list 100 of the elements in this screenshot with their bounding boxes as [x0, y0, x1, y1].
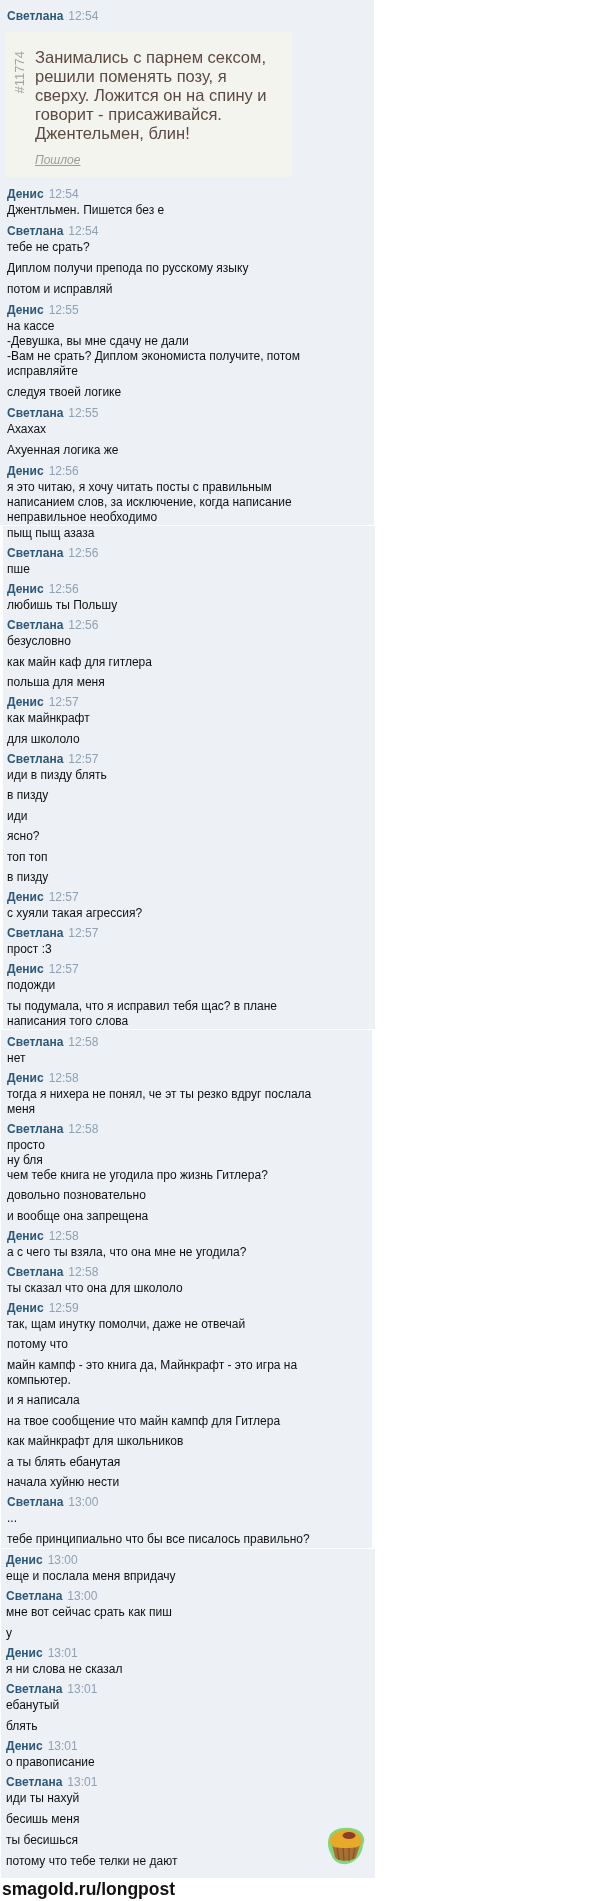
message-time: 12:54 — [68, 8, 99, 25]
message-text: ты бесишься — [6, 1832, 79, 1848]
sender-name[interactable]: Светлана — [7, 1119, 64, 1138]
sender-name[interactable]: Светлана — [7, 1493, 64, 1511]
message-time: 12:55 — [68, 405, 99, 422]
message-text: тебе принципиально что бы все писалось правильно? — [7, 1531, 311, 1547]
message-text: как майнкрафт для школьников — [7, 1434, 185, 1449]
message-time: 12:55 — [48, 302, 79, 319]
message-text: Диплом получи препода по русскому языку — [7, 261, 250, 276]
message-text: бесишь меня — [6, 1811, 81, 1827]
message-text: иди ты нахуй — [6, 1790, 81, 1806]
sender-name[interactable]: Светлана — [7, 222, 64, 240]
message-text: на твое сообщение что майн кампф для Гитлера — [7, 1413, 282, 1429]
sender-name[interactable]: Денис — [6, 1550, 43, 1569]
message-text: нет — [7, 1050, 27, 1066]
message-text: у — [6, 1625, 13, 1641]
message-text: польша для меня — [7, 675, 106, 690]
message-text: потом и исправляй — [7, 282, 114, 297]
message-time: 12:56 — [48, 581, 79, 598]
message-text: в пизду — [7, 788, 50, 803]
message-time: 12:56 — [48, 463, 79, 480]
message-text: иди — [7, 808, 29, 824]
message-text: а с чего ты взяла, что она мне не угодила? — [7, 1244, 248, 1260]
sender-name[interactable]: Денис — [7, 1068, 44, 1087]
message-time: 12:57 — [68, 925, 99, 942]
message-text: ты сказал что она для школоло — [7, 1280, 184, 1296]
message-time: 13:00 — [68, 1494, 99, 1511]
site-caption: smagold.ru/longpost — [2, 1878, 176, 1899]
message-time: 12:56 — [68, 617, 99, 634]
sender-name[interactable]: Светлана — [7, 404, 64, 422]
message-text: безусловно — [7, 634, 72, 649]
quote-text: Занимались с парнем сексом, решили поменять позу, я сверху. Ложится он на спину и говорит - присаживайся. Джентельмен, блин! — [35, 48, 267, 143]
sender-name[interactable]: Денис — [7, 1298, 44, 1317]
message-time: 12:58 — [68, 1120, 99, 1138]
sender-name[interactable]: Денис — [6, 1736, 43, 1755]
sender-name[interactable]: Светлана — [6, 1586, 63, 1605]
message-text: блять — [6, 1718, 39, 1734]
message-time: 12:58 — [68, 1263, 99, 1281]
message-text: пше — [7, 562, 31, 577]
message-text: ясно? — [7, 829, 41, 844]
message-time: 12:57 — [48, 961, 79, 978]
message-time: 12:58 — [48, 1227, 79, 1245]
sender-name[interactable]: Денис — [7, 960, 44, 978]
message-time: 13:01 — [47, 1644, 78, 1662]
message-time: 13:00 — [67, 1587, 98, 1605]
message-time: 12:57 — [48, 694, 79, 711]
message-text: с хуяли такая агрессия? — [7, 906, 144, 921]
sender-name[interactable]: Светлана — [6, 1679, 63, 1698]
sender-name[interactable]: Денис — [7, 301, 44, 319]
sender-name[interactable]: Светлана — [7, 924, 64, 942]
message-text: мне вот сейчас срать как пиш — [6, 1604, 173, 1620]
message-text: потому что — [7, 1337, 69, 1352]
sender-name[interactable]: Денис — [7, 462, 44, 480]
sender-name[interactable]: Денис — [7, 580, 44, 598]
message-text: начала хуйню нести — [7, 1475, 121, 1490]
message-text: и вообще она запрещена — [7, 1208, 150, 1224]
sender-name[interactable]: Светлана — [7, 749, 64, 768]
sender-name[interactable]: Светлана — [7, 616, 64, 634]
message-text: как майн каф для гитлера — [7, 654, 153, 670]
message-text: еще и послала меня впридачу — [6, 1568, 177, 1584]
sender-name[interactable]: Денис — [7, 888, 44, 906]
message-text: прост :3 — [7, 942, 53, 957]
message-text: Ахуенная логика же — [7, 443, 120, 458]
message-text: следуя твоей логике — [7, 385, 123, 400]
sender-name[interactable]: Денис — [6, 1643, 43, 1662]
message-text: для школоло — [7, 731, 81, 747]
message-time: 13:01 — [67, 1773, 98, 1791]
sender-name[interactable]: Светлана — [6, 1772, 63, 1791]
sender-name[interactable]: Светлана — [7, 1262, 64, 1281]
message-text: пыщ пыщ азаза — [7, 526, 96, 541]
message-time: 12:57 — [68, 750, 99, 768]
message-text: тебе не срать? — [7, 240, 91, 255]
message-time: 12:54 — [68, 223, 99, 240]
message-time: 12:59 — [48, 1299, 79, 1317]
message-text: а ты блять ебанутая — [7, 1454, 122, 1470]
message-text: о правописание — [6, 1754, 96, 1770]
message-time: 13:01 — [67, 1680, 98, 1698]
message-time: 13:00 — [47, 1551, 78, 1569]
sender-name[interactable]: Светлана — [7, 7, 64, 25]
message-time: 12:56 — [68, 545, 99, 562]
message-text: в пизду — [7, 870, 50, 885]
message-text: так, щам инутку помолчи, даже не отвечай — [7, 1316, 247, 1332]
sender-name[interactable]: Светлана — [7, 544, 64, 562]
message-text: просто ну бля чем тебе книга не угодила про жизнь Гитлера? — [7, 1137, 269, 1183]
message-text: на кассе -Девушка, вы мне сдачу не дали -Вам не срать? Диплом экономиста получите, потом исправляйте — [7, 319, 302, 379]
message-text: топ топ — [7, 849, 49, 865]
message-text: ты подумала, что я исправил тебя щас? в плане написания того слова — [7, 998, 278, 1029]
message-text: и я написала — [7, 1393, 81, 1408]
message-text: тогда я нихера не понял, че эт ты резко вдруг послала меня — [7, 1086, 313, 1117]
sender-name[interactable]: Денис — [7, 185, 44, 203]
cupcake-icon — [325, 1826, 365, 1865]
sender-name[interactable]: Светлана — [7, 1032, 64, 1051]
message-text: довольно позновательно — [7, 1188, 147, 1203]
message-time: 12:54 — [48, 186, 79, 203]
message-text: Ахахах — [7, 422, 48, 437]
message-text: подожди — [7, 978, 57, 993]
message-time: 12:58 — [48, 1069, 79, 1087]
quote-number: #11774 — [13, 51, 26, 94]
sender-name[interactable]: Денис — [7, 1226, 44, 1245]
sender-name[interactable]: Денис — [7, 693, 44, 711]
